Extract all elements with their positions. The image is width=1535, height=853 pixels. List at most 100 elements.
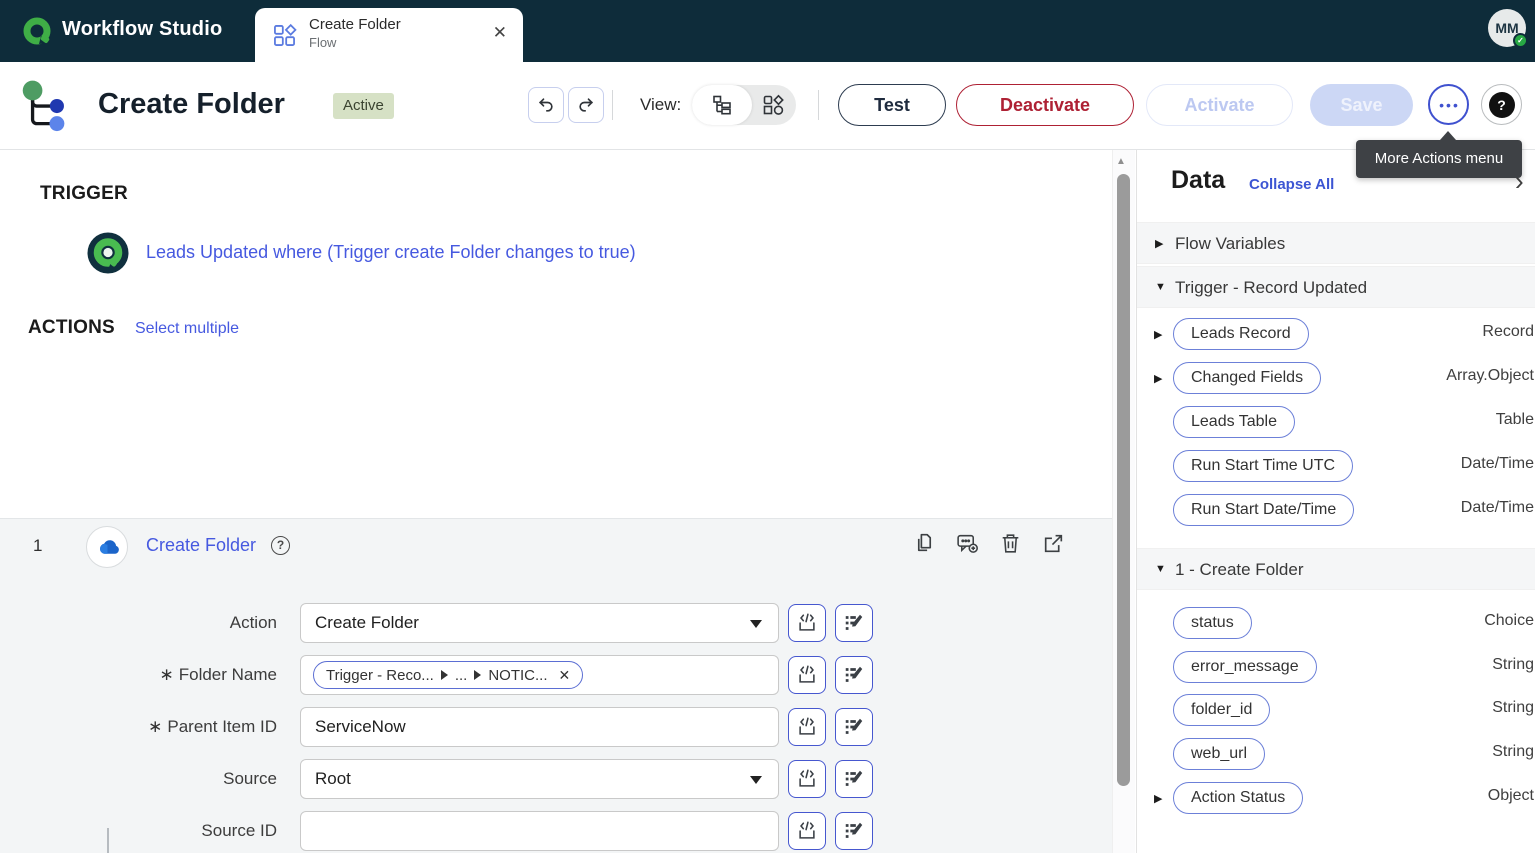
expression-editor-button[interactable] [788,656,826,694]
user-avatar[interactable]: MM ✓ [1488,9,1528,48]
data-item-row: Leads Table Table [1137,400,1535,444]
trigger-app-icon [87,232,129,279]
group-row-flow-variables[interactable]: ▶ Flow Variables [1137,222,1535,264]
parent-item-id-input[interactable] [315,717,764,737]
view-toggle-canvas[interactable] [750,85,796,125]
data-item-row: Run Start Time UTC Date/Time [1137,444,1535,488]
data-item-row: ▶ Action Status Object [1137,776,1535,820]
avatar-status-badge: ✓ [1513,33,1528,48]
action-step-card: 1 Create Folder ? Action Create Folder ∗… [0,518,1112,853]
required-asterisk: ∗ [159,665,174,684]
main-canvas: TRIGGER Leads Updated where (Trigger cre… [0,150,1112,853]
actions-heading: ACTIONS [28,317,115,338]
flow-tree-icon [16,76,74,139]
app-title: Workflow Studio [62,18,223,40]
app-logo-icon[interactable] [22,16,52,46]
data-pill[interactable]: Run Start Time UTC [1173,450,1354,482]
view-toggle-tree[interactable] [692,85,752,125]
field-row-source: Source Root [27,759,873,799]
field-label: Action [229,613,277,632]
breadcrumb-arrow-icon [474,670,482,680]
token-remove-icon[interactable]: ✕ [559,667,571,684]
status-badge: Active [333,93,394,119]
action-title-link[interactable]: Create Folder [146,535,256,556]
trigger-heading: TRIGGER [40,183,128,204]
data-item-row: Run Start Date/Time Date/Time [1137,488,1535,532]
field-label: ∗ Parent Item ID [148,717,277,736]
data-pill[interactable]: Action Status [1173,782,1304,814]
code-tray-icon [799,613,815,631]
list-wand-icon [845,666,863,682]
expander-collapsed-icon: ▶ [1155,238,1164,250]
scroll-up-icon[interactable]: ▲ [1116,156,1126,167]
formula-builder-button[interactable] [835,708,873,746]
onedrive-cloud-icon [99,539,119,554]
list-wand-icon [845,614,863,630]
expander-expanded-icon: ▼ [1155,281,1166,293]
expression-editor-button[interactable] [788,760,826,798]
help-button[interactable]: ? [1481,84,1522,125]
folder-name-token[interactable]: Trigger - Reco... ... NOTIC... ✕ [313,661,584,689]
duplicate-icon[interactable] [912,531,937,561]
group-row-create-folder[interactable]: ▼ 1 - Create Folder [1137,548,1535,590]
group-label: Trigger - Record Updated [1175,278,1368,297]
data-pill[interactable]: Leads Table [1173,406,1295,438]
item-type: Record [1482,323,1534,340]
data-pill[interactable]: Leads Record [1173,318,1309,350]
expression-editor-button[interactable] [788,708,826,746]
list-wand-icon [845,718,863,734]
add-comment-icon[interactable] [955,531,980,561]
data-item-row: ▶ Changed Fields Array.Object [1137,356,1535,400]
main-scrollbar[interactable]: ▲ [1112,150,1135,853]
formula-builder-button[interactable] [835,656,873,694]
item-type: Date/Time [1460,499,1534,516]
test-button[interactable]: Test [838,84,946,126]
flow-tab[interactable]: Create Folder Flow ✕ [255,8,523,62]
action-toolbar [912,531,1066,561]
action-select[interactable]: Create Folder [300,603,779,643]
action-help-icon[interactable]: ? [271,536,290,555]
onedrive-app-circle [86,526,128,568]
data-item-row: web_url String [1137,732,1535,776]
redo-icon [579,98,594,112]
source-select[interactable]: Root [300,759,779,799]
tab-close-icon[interactable]: ✕ [493,23,507,43]
item-type: Object [1487,787,1534,804]
field-row-folder-name: ∗ Folder Name Trigger - Reco... ... NOTIC… [27,655,873,695]
formula-builder-button[interactable] [835,604,873,642]
source-id-input[interactable] [315,821,764,841]
save-button[interactable]: Save [1310,84,1413,126]
group-row-trigger-record-updated[interactable]: ▼ Trigger - Record Updated [1137,266,1535,308]
open-action-icon[interactable] [1041,531,1066,561]
redo-button[interactable] [568,87,604,123]
more-actions-button[interactable]: ••• [1428,84,1469,125]
folder-name-input[interactable]: Trigger - Reco... ... NOTIC... ✕ [300,655,779,695]
formula-builder-button[interactable] [835,760,873,798]
data-pill[interactable]: web_url [1173,738,1266,770]
data-pill[interactable]: error_message [1173,651,1317,683]
list-wand-icon [845,822,863,838]
expression-editor-button[interactable] [788,812,826,850]
data-pill[interactable]: folder_id [1173,694,1271,726]
delete-action-icon[interactable] [998,531,1023,561]
help-icon: ? [1488,91,1515,118]
data-item-row: error_message String [1137,645,1535,689]
undo-button[interactable] [528,87,564,123]
data-pill[interactable]: status [1173,607,1252,639]
token-part: ... [454,666,468,684]
caret-down-icon [750,776,762,784]
trigger-summary-link[interactable]: Leads Updated where (Trigger create Fold… [146,242,636,263]
expression-editor-button[interactable] [788,604,826,642]
tree-view-icon [713,95,731,115]
formula-builder-button[interactable] [835,812,873,850]
collapse-all-link[interactable]: Collapse All [1249,176,1334,193]
activate-button[interactable]: Activate [1146,84,1293,126]
scrollbar-thumb[interactable] [1117,174,1130,786]
data-pill[interactable]: Changed Fields [1173,362,1322,394]
select-value: Create Folder [315,613,419,632]
field-row-action: Action Create Folder [27,603,873,643]
select-multiple-link[interactable]: Select multiple [135,320,239,338]
item-type: Table [1495,411,1534,428]
deactivate-button[interactable]: Deactivate [956,84,1134,126]
data-pill[interactable]: Run Start Date/Time [1173,494,1355,526]
